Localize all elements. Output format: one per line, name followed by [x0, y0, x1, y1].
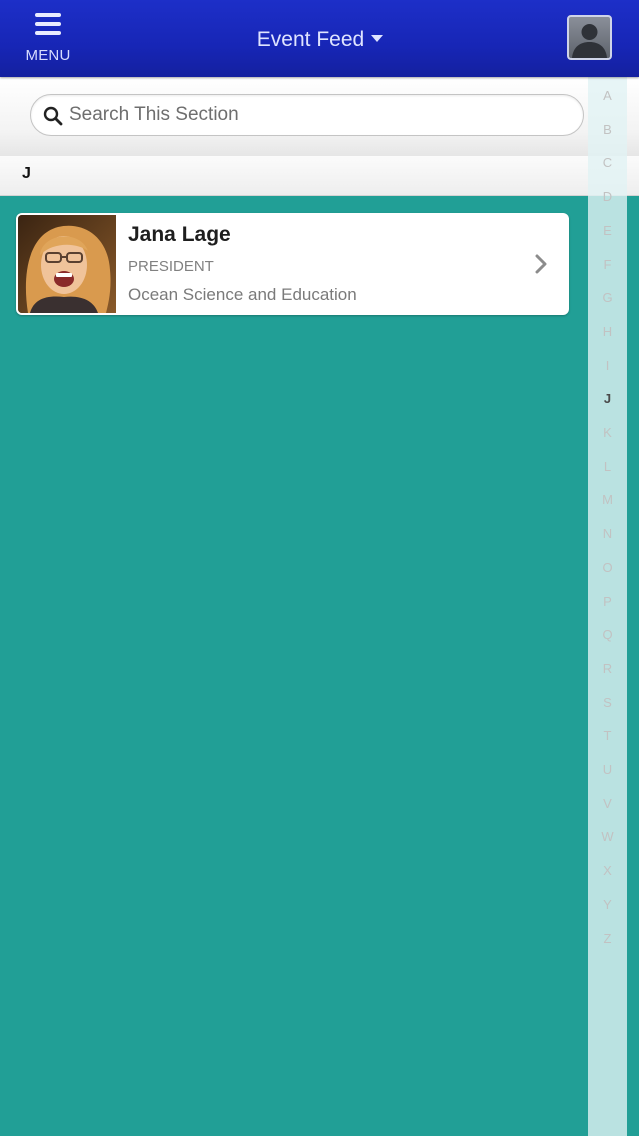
alphabet-letter-n[interactable]: N: [588, 526, 627, 541]
alphabet-letter-q[interactable]: Q: [588, 627, 627, 642]
chevron-right-icon: [535, 254, 547, 274]
contact-name: Jana Lage: [128, 223, 231, 246]
alphabet-letter-r[interactable]: R: [588, 661, 627, 676]
alphabet-letter-x[interactable]: X: [588, 863, 627, 878]
alphabet-letter-h[interactable]: H: [588, 324, 627, 339]
alphabet-letter-o[interactable]: O: [588, 560, 627, 575]
search-field[interactable]: [30, 94, 584, 136]
profile-button[interactable]: [567, 15, 612, 60]
alphabet-letter-f[interactable]: F: [588, 257, 627, 272]
search-input[interactable]: [69, 95, 569, 135]
alphabet-letter-g[interactable]: G: [588, 290, 627, 305]
hamburger-icon: [35, 13, 61, 35]
section-letter: J: [22, 165, 31, 182]
user-silhouette-icon: [572, 24, 607, 58]
top-nav-bar: MENU Event Feed: [0, 0, 639, 77]
alphabet-letter-t[interactable]: T: [588, 728, 627, 743]
alphabet-letter-u[interactable]: U: [588, 762, 627, 777]
caret-down-icon: [371, 35, 384, 42]
alphabet-letter-v[interactable]: V: [588, 796, 627, 811]
event-feed-dropdown[interactable]: Event Feed: [200, 22, 440, 58]
search-icon: [43, 106, 63, 126]
alphabet-letter-p[interactable]: P: [588, 594, 627, 609]
alphabet-index[interactable]: A B C D E F G H I J K L M N O P Q R S T U V W X Y Z: [588, 77, 627, 1136]
alphabet-letter-i[interactable]: I: [588, 358, 627, 373]
alphabet-letter-l[interactable]: L: [588, 459, 627, 474]
alphabet-letter-z[interactable]: Z: [588, 931, 627, 946]
alphabet-letter-a[interactable]: A: [588, 88, 627, 103]
alphabet-letter-w[interactable]: W: [588, 829, 627, 844]
alphabet-letter-d[interactable]: D: [588, 189, 627, 204]
page-title: Event Feed: [256, 28, 365, 51]
alphabet-letter-b[interactable]: B: [588, 122, 627, 137]
alphabet-letter-k[interactable]: K: [588, 425, 627, 440]
alphabet-letter-s[interactable]: S: [588, 695, 627, 710]
contact-card[interactable]: Jana Lage PRESIDENT Ocean Science and Ed…: [16, 213, 569, 315]
section-header: J: [0, 156, 639, 196]
contact-organization: Ocean Science and Education: [128, 285, 357, 304]
menu-button[interactable]: MENU: [14, 10, 82, 66]
contact-photo: [18, 215, 116, 313]
contact-role: PRESIDENT: [128, 258, 214, 275]
alphabet-letter-m[interactable]: M: [588, 492, 627, 507]
search-bar: [0, 77, 639, 157]
alphabet-letter-y[interactable]: Y: [588, 897, 627, 912]
menu-label: MENU: [25, 47, 71, 64]
alphabet-letter-e[interactable]: E: [588, 223, 627, 238]
alphabet-letter-j[interactable]: J: [588, 391, 627, 406]
alphabet-letter-c[interactable]: C: [588, 155, 627, 170]
